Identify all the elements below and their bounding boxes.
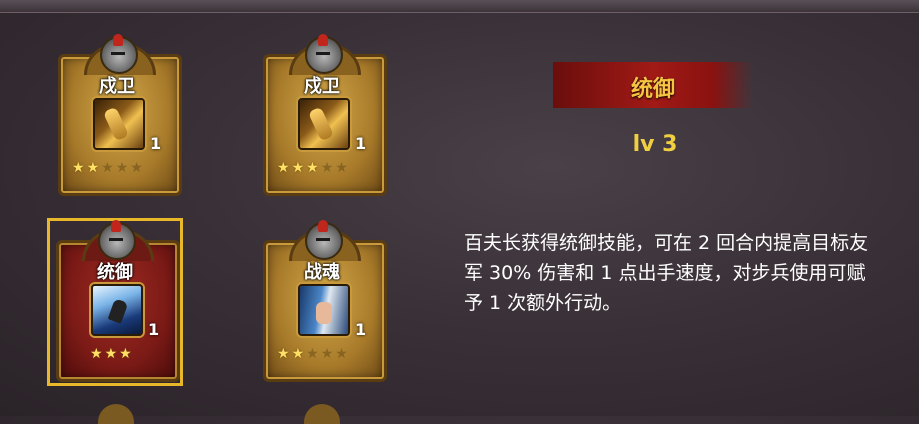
detail-title: 统御	[630, 77, 675, 102]
arm-gauntlet-icon	[93, 98, 145, 150]
skill-level: lv 3	[632, 132, 678, 157]
skill-count: 1	[148, 320, 160, 339]
star-icon: ★	[119, 346, 134, 362]
star-icon: ★	[115, 160, 131, 176]
star-icon: ★	[306, 160, 321, 176]
skill-title: 统御	[97, 262, 133, 283]
skill-title: 戍卫	[99, 76, 135, 97]
star-icon: ★	[335, 160, 350, 176]
helmet-icon	[98, 220, 136, 260]
star-icon: ★	[90, 346, 105, 362]
skill-card-1[interactable]: 戍卫 1 ★★★★★	[54, 34, 182, 196]
star-icon: ★	[130, 160, 145, 176]
star-icon: ★	[104, 346, 120, 362]
skill-count: 1	[355, 134, 367, 153]
arm-gauntlet-icon	[298, 98, 350, 150]
commander-icon	[91, 284, 143, 336]
star-icon: ★	[277, 346, 292, 362]
star-rating: ★★★★★	[277, 346, 367, 362]
star-rating: ★★★	[90, 346, 180, 362]
skill-card-2[interactable]: 戍卫 1 ★★★★★	[259, 34, 387, 196]
helmet-icon	[305, 220, 343, 260]
top-border	[0, 0, 919, 13]
star-icon: ★	[72, 160, 87, 176]
skill-card-3[interactable]: 统御 1 ★★★	[52, 220, 180, 382]
star-icon: ★	[86, 160, 102, 176]
star-icon: ★	[291, 346, 307, 362]
skill-description: 百夫长获得统御技能，可在 2 回合内提高目标友军 30% 伤害和 1 点出手速度…	[464, 232, 869, 314]
star-icon: ★	[306, 346, 321, 362]
skill-title: 战魂	[304, 262, 340, 283]
star-rating: ★★★★★	[72, 160, 162, 176]
star-icon: ★	[291, 160, 307, 176]
sword-hand-icon	[298, 284, 350, 336]
helmet-icon	[100, 34, 138, 74]
skill-card-4[interactable]: 战魂 1 ★★★★★	[259, 220, 387, 382]
next-card-peek	[98, 404, 134, 424]
skill-count: 1	[150, 134, 162, 153]
helmet-icon	[305, 34, 343, 74]
star-rating: ★★★★★	[277, 160, 367, 176]
star-icon: ★	[101, 160, 116, 176]
star-icon: ★	[277, 160, 292, 176]
next-card-peek	[304, 404, 340, 424]
skill-title-banner: 统御	[553, 62, 753, 108]
skill-title: 戍卫	[304, 76, 340, 97]
skill-count: 1	[355, 320, 367, 339]
star-icon: ★	[320, 346, 336, 362]
star-icon: ★	[320, 160, 336, 176]
star-icon: ★	[335, 346, 350, 362]
